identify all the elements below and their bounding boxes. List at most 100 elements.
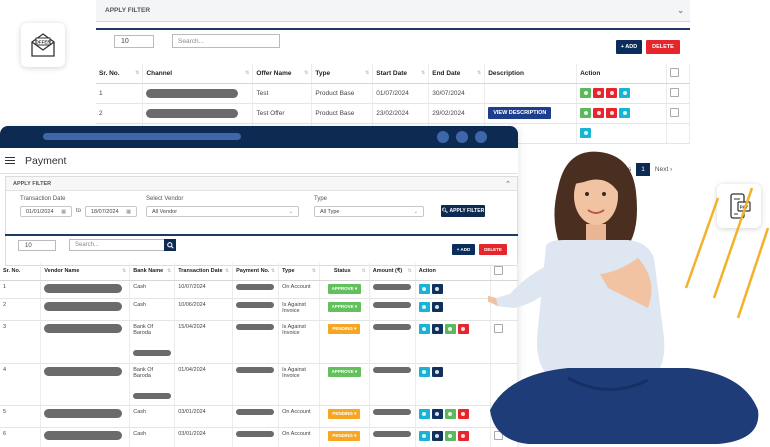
trash-icon[interactable]	[457, 323, 469, 334]
back-add-button[interactable]: + ADD	[616, 40, 642, 54]
front-add-button[interactable]: + ADD	[452, 244, 475, 255]
cell-sr: 4	[0, 363, 42, 406]
type-select[interactable]: All Type ⌄	[314, 206, 424, 217]
print-icon[interactable]	[431, 301, 443, 312]
cell-actions	[576, 83, 667, 104]
col-end-date[interactable]: End Date ⇅	[428, 64, 486, 84]
back-delete-button[interactable]: DELETE	[646, 40, 680, 54]
col-status[interactable]: Status ⇅	[319, 263, 370, 281]
table-row: 6 Cash 03/01/2024 On Account PENDING ▾	[0, 427, 518, 447]
redacted-bar	[146, 88, 239, 98]
status-badge[interactable]: PENDING ▾	[328, 323, 361, 334]
trash-icon[interactable]	[606, 108, 618, 118]
col-amount[interactable]: Amount (₹) ⇅	[369, 263, 416, 281]
screenshot-stage: OFFER PAY APPLY FILTER ⌄ 10 Search... + …	[0, 0, 770, 447]
status-badge[interactable]: APPROVE ▾	[327, 301, 362, 312]
cell-amount	[369, 298, 416, 321]
eye-icon[interactable]	[418, 301, 430, 312]
woman-illustration	[488, 151, 770, 444]
payment-list-panel: 10 Search... + ADD DELETE Sr. No. Vendor…	[0, 234, 518, 447]
edit-icon[interactable]	[580, 108, 592, 118]
print-icon[interactable]	[431, 408, 443, 419]
col-offer-name[interactable]: Offer Name ⇅	[252, 64, 313, 84]
eye-icon[interactable]	[418, 430, 430, 441]
col-type[interactable]: Type ⇅	[278, 263, 320, 281]
col-channel[interactable]: Channel ⇅	[142, 64, 254, 84]
chevron-down-icon: ⌄	[413, 209, 418, 215]
edit-icon[interactable]	[444, 408, 456, 419]
eye-icon[interactable]	[418, 283, 430, 294]
redacted-bar	[44, 408, 123, 418]
front-page-size[interactable]: 10	[18, 240, 56, 251]
window-dot-2[interactable]	[456, 131, 468, 143]
row-checkbox[interactable]	[669, 107, 679, 117]
col-bank-name[interactable]: Bank Name ⇅	[129, 263, 176, 281]
col-sr[interactable]: Sr. No. ⇅	[96, 64, 144, 84]
status-badge[interactable]: APPROVE ▾	[327, 283, 362, 294]
eye-icon[interactable]	[418, 408, 430, 419]
search-icon: 🔍︎	[441, 208, 449, 214]
trash-icon[interactable]	[606, 88, 618, 98]
print-icon[interactable]	[431, 366, 443, 377]
cell-type: Product Base	[311, 83, 374, 104]
status-badge[interactable]: APPROVE ▾	[327, 366, 362, 377]
col-type[interactable]: Type ⇅	[311, 64, 374, 84]
cell-type: On Account	[278, 427, 320, 447]
cell-end: 30/07/2024	[428, 83, 486, 104]
cell-status: PENDING ▾	[319, 320, 370, 364]
payment-filter-bar[interactable]: APPLY FILTER ⌃	[6, 177, 517, 191]
cell-payment-no	[232, 405, 280, 428]
date-to-field[interactable]: 18/07/2024 ▦	[85, 206, 137, 217]
col-sr[interactable]: Sr. No.	[0, 263, 42, 281]
edit-icon[interactable]	[444, 323, 456, 334]
view-description-button[interactable]: VIEW DESCRIPTION	[488, 107, 552, 119]
col-start-date[interactable]: Start Date ⇅	[372, 64, 430, 84]
edit-icon[interactable]	[580, 88, 592, 98]
jeans	[490, 368, 759, 444]
date-from-field[interactable]: 01/01/2024 ▦	[20, 206, 72, 217]
back-filter-bar[interactable]: APPLY FILTER ⌄	[96, 0, 690, 22]
eye-icon[interactable]	[418, 366, 430, 377]
cell-type: Product Base	[311, 103, 374, 124]
trash-icon[interactable]	[457, 430, 469, 441]
window-titlebar	[0, 126, 518, 148]
status-badge[interactable]: PENDING ▾	[328, 430, 361, 441]
block-icon[interactable]	[593, 88, 605, 98]
col-action: Action	[576, 64, 667, 84]
col-description[interactable]: Description	[484, 64, 578, 84]
window-dot-3[interactable]	[475, 131, 487, 143]
col-vendor-name[interactable]: Vendor Name ⇅	[40, 263, 131, 281]
window-dot-1[interactable]	[437, 131, 449, 143]
cell-channel	[142, 103, 254, 124]
status-badge[interactable]: PENDING ▾	[328, 408, 361, 419]
print-icon[interactable]	[431, 323, 443, 334]
edit-icon[interactable]	[444, 430, 456, 441]
cell-date: 01/04/2024	[174, 363, 234, 406]
back-page-size[interactable]: 10	[114, 35, 154, 48]
cell-actions	[415, 280, 492, 299]
redacted-bar	[236, 408, 275, 415]
accent-line	[736, 227, 770, 319]
front-search-input[interactable]: Search...	[69, 239, 165, 251]
eye-icon[interactable]	[619, 88, 631, 98]
print-icon[interactable]	[431, 430, 443, 441]
print-icon[interactable]	[431, 283, 443, 294]
eye-icon[interactable]	[580, 128, 592, 138]
col-payment-no[interactable]: Payment No. ⇅	[232, 263, 280, 281]
payment-window: Payment APPLY FILTER ⌃ Transaction Date …	[0, 126, 518, 447]
search-icon-button[interactable]	[164, 239, 176, 251]
left-hand	[488, 295, 498, 306]
apply-filter-button[interactable]: 🔍︎ APPLY FILTER	[441, 205, 485, 217]
accent-line	[712, 187, 754, 299]
calendar-icon: ▦	[61, 209, 66, 215]
eye-icon[interactable]	[619, 108, 631, 118]
trash-icon[interactable]	[457, 408, 469, 419]
hamburger-menu-icon[interactable]	[5, 156, 15, 165]
row-checkbox[interactable]	[669, 87, 679, 97]
back-search-input[interactable]: Search...	[172, 34, 280, 48]
col-select-all[interactable]	[666, 64, 691, 84]
col-transaction-date[interactable]: Transaction Date ⇅	[174, 263, 234, 281]
vendor-select[interactable]: All Vendor ⌄	[146, 206, 299, 217]
eye-icon[interactable]	[418, 323, 430, 334]
block-icon[interactable]	[593, 108, 605, 118]
